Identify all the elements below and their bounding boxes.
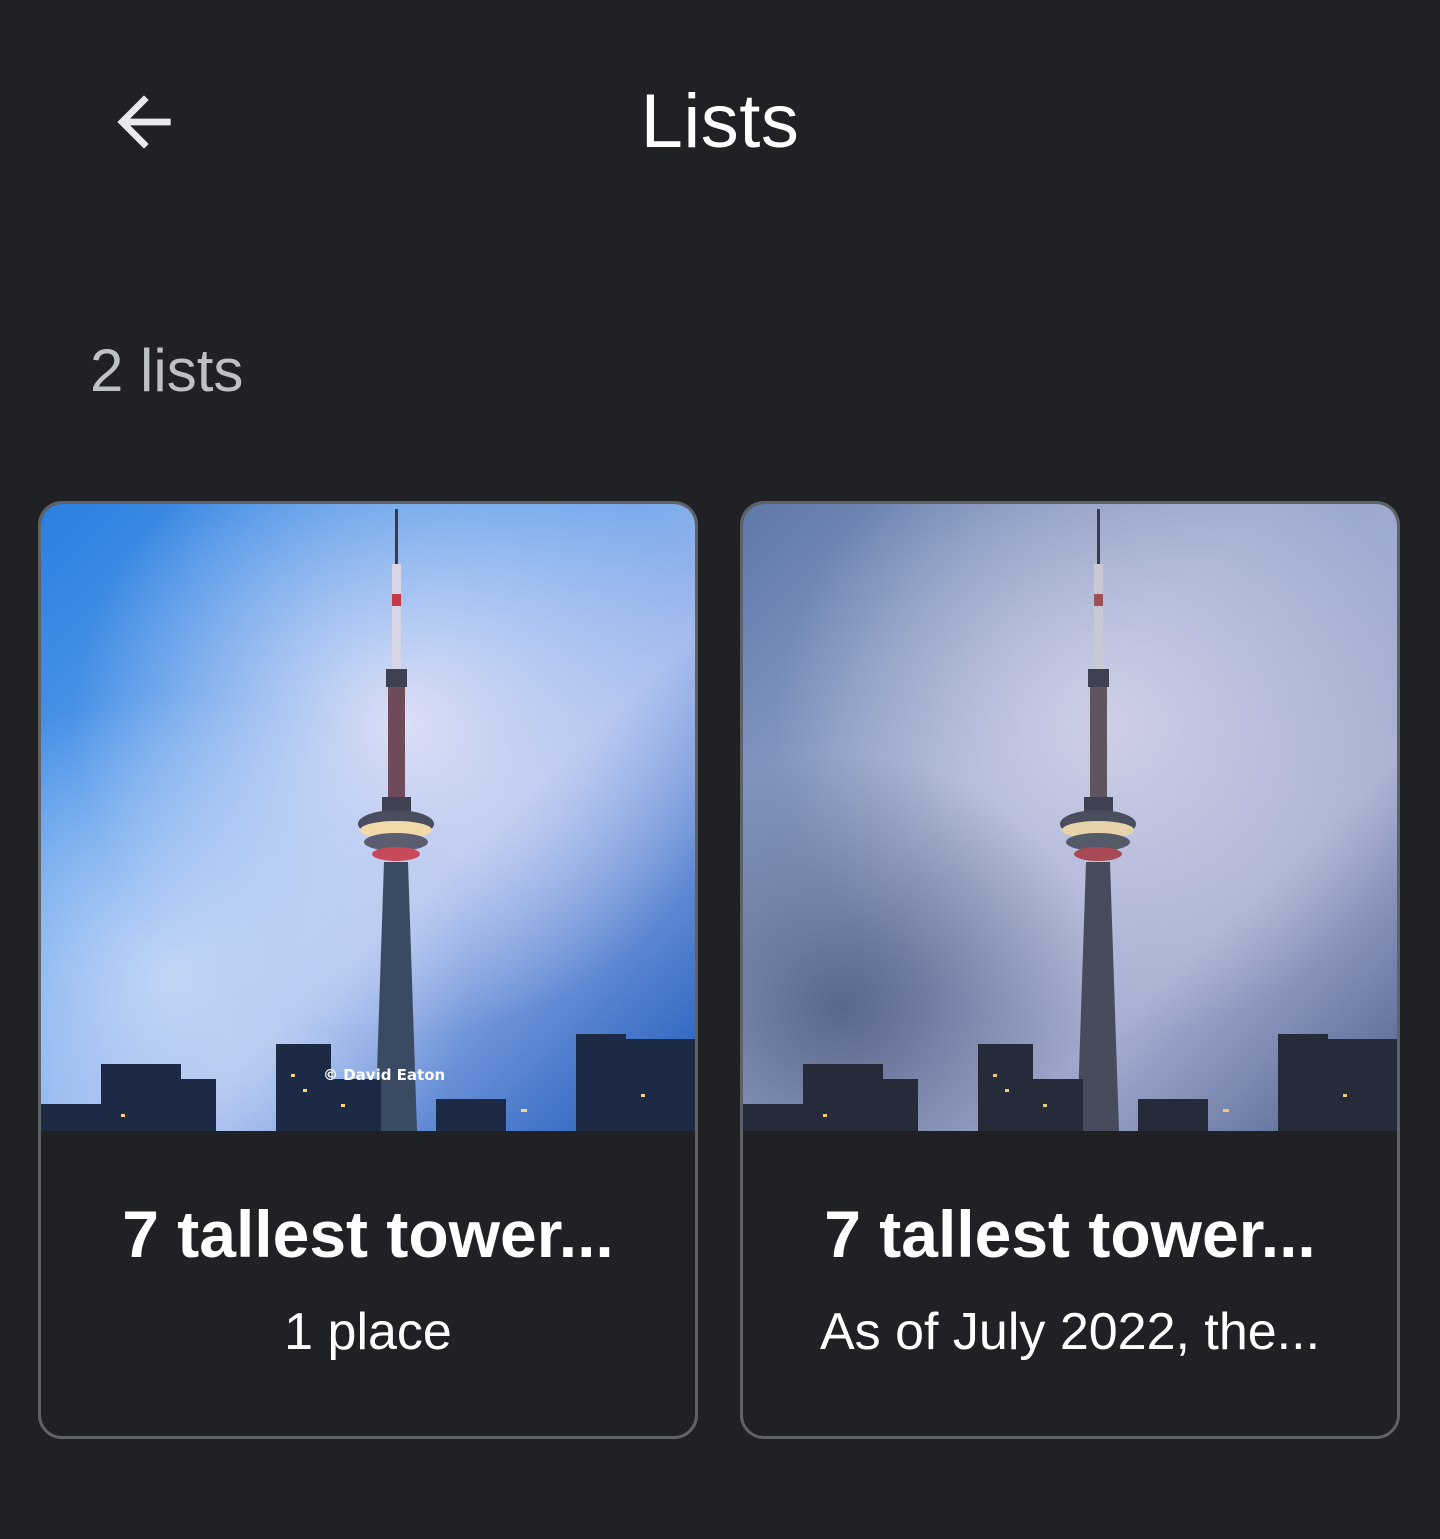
list-title: 7 tallest tower... — [824, 1197, 1316, 1271]
list-subtitle: As of July 2022, the... — [819, 1303, 1321, 1361]
image-watermark: © David Eaton — [323, 1066, 445, 1084]
list-title: 7 tallest tower... — [122, 1197, 614, 1271]
list-cover-image — [743, 504, 1397, 1131]
list-card[interactable]: © David Eaton 7 tallest tower... 1 place — [38, 501, 698, 1439]
page-title: Lists — [640, 79, 800, 164]
list-cover-image: © David Eaton — [41, 504, 695, 1131]
list-count: 2 lists — [90, 337, 244, 404]
list-subtitle: 1 place — [284, 1303, 452, 1361]
list-card[interactable]: 7 tallest tower... As of July 2022, the.… — [740, 501, 1400, 1439]
app-bar: Lists — [0, 0, 1440, 245]
